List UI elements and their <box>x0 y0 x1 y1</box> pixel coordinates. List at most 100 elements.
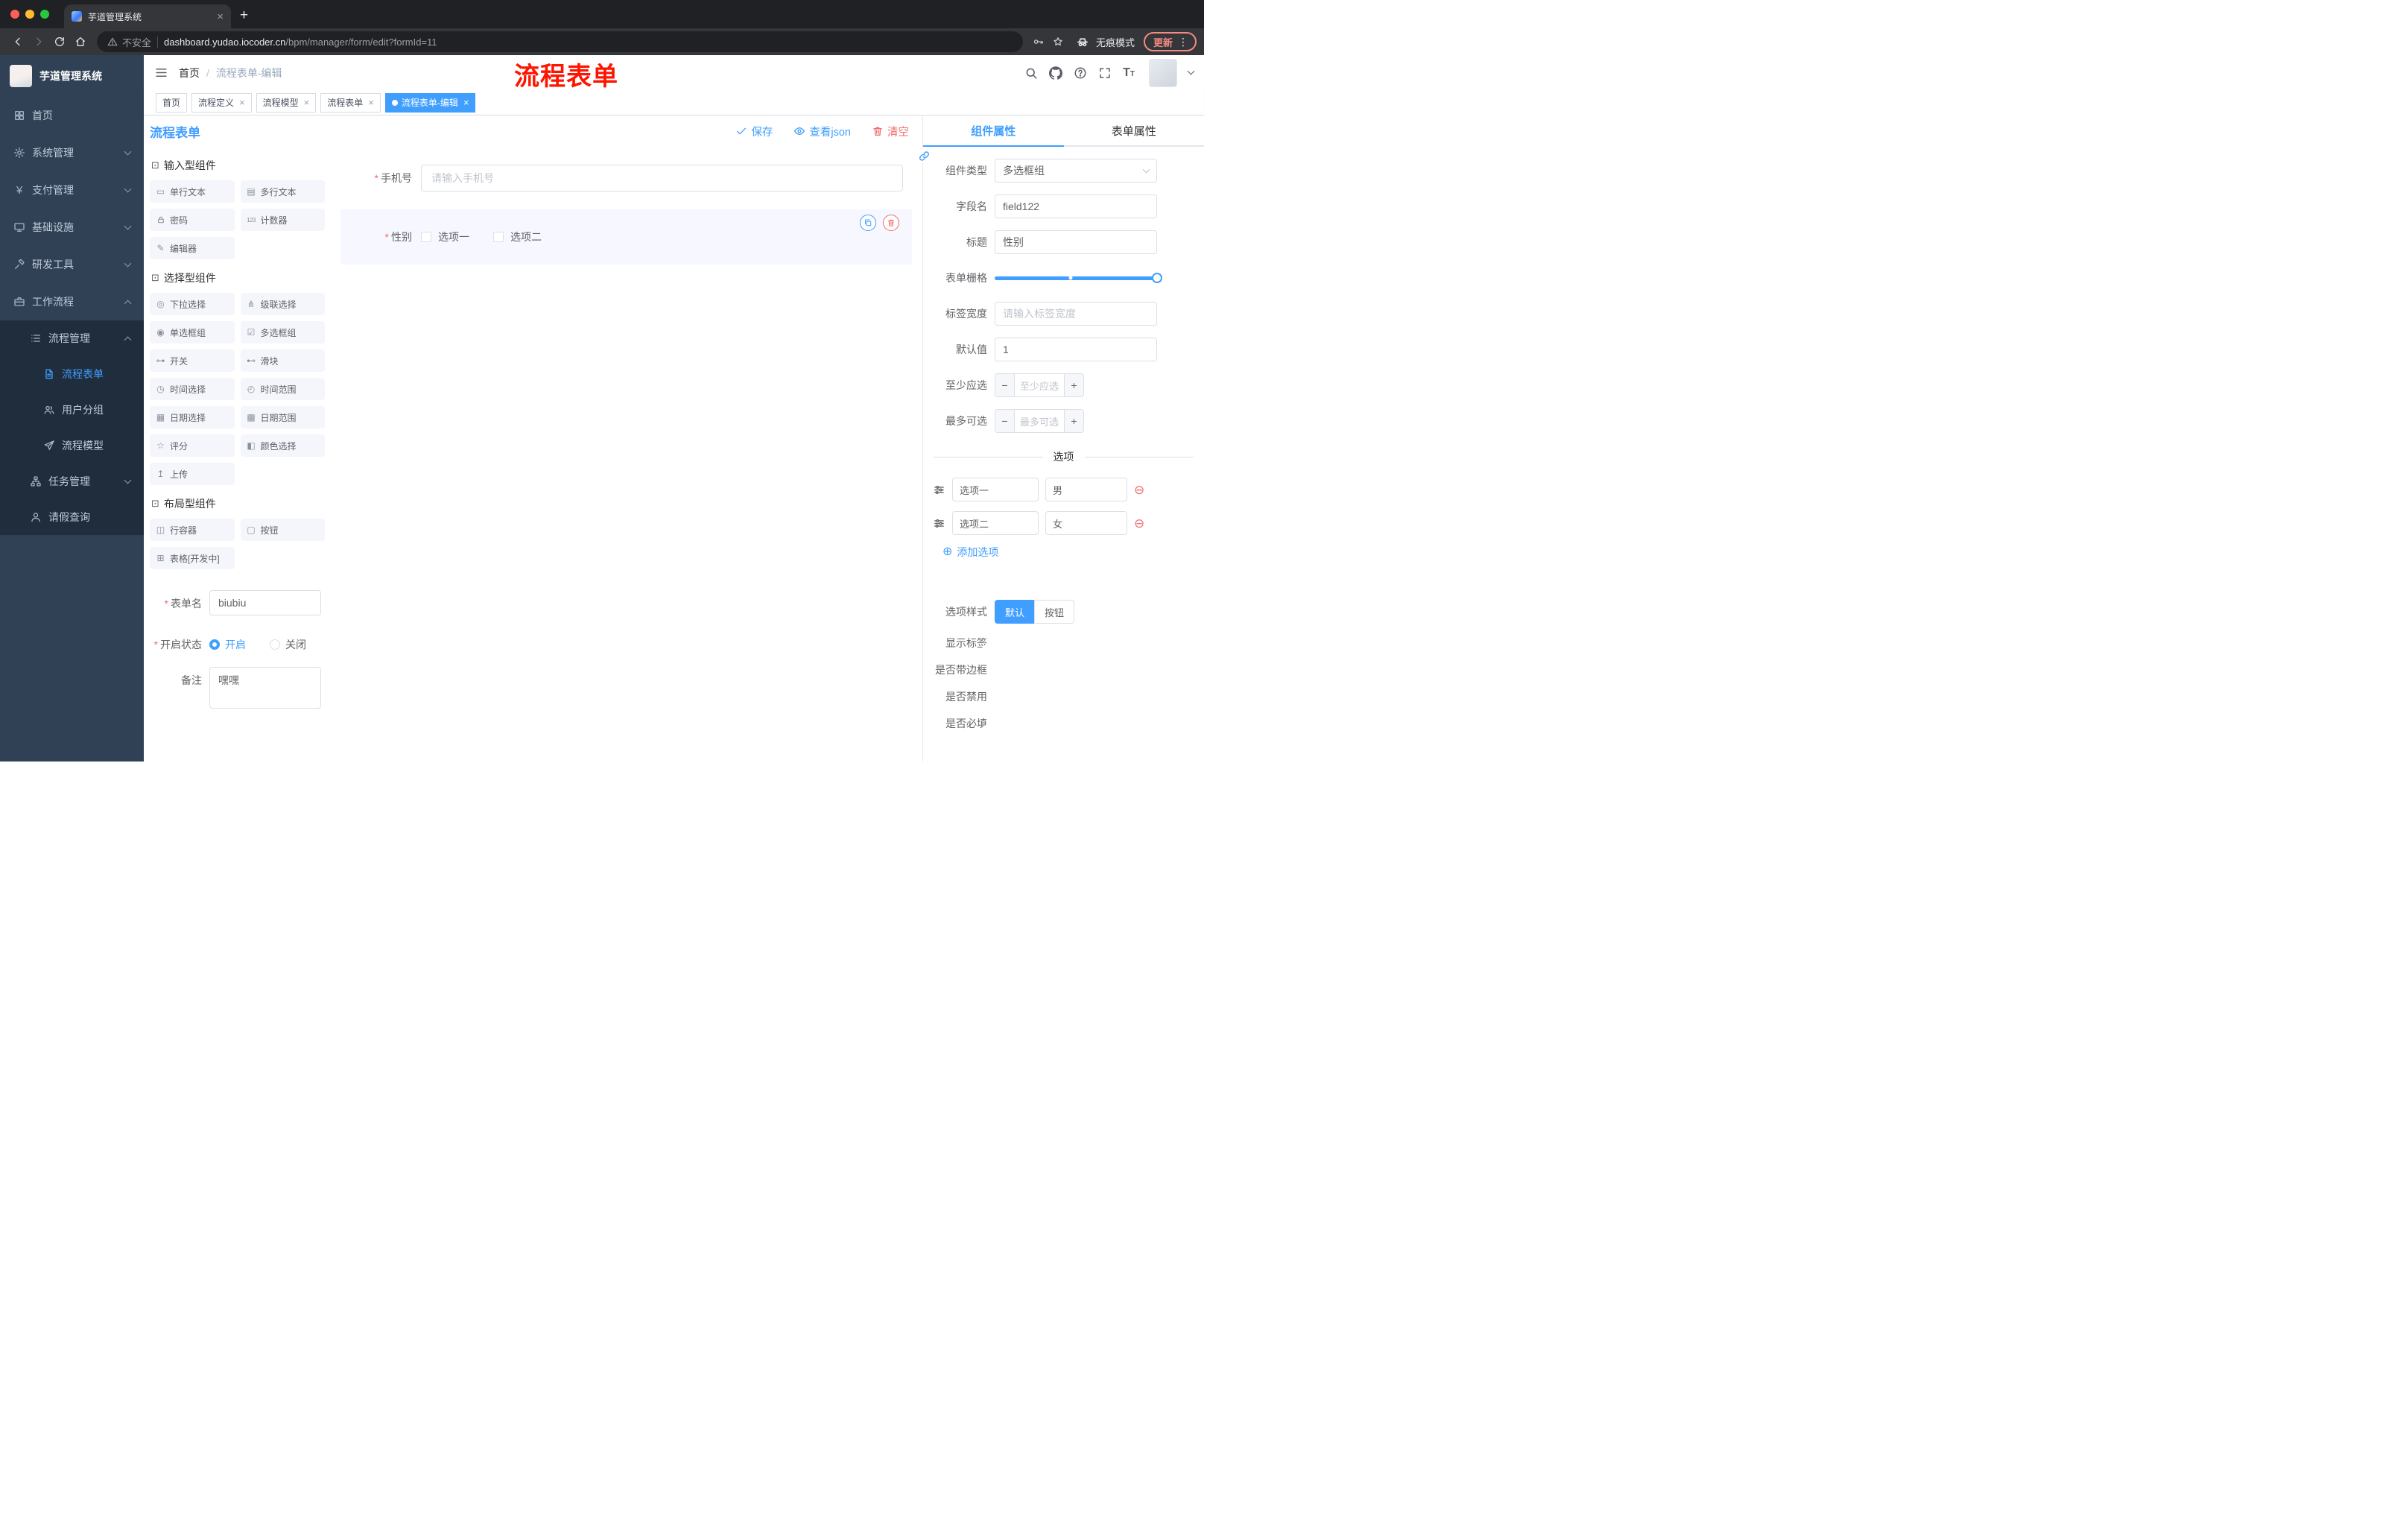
reload-button[interactable] <box>49 31 70 52</box>
palette-item-upload[interactable]: ↥ 上传 <box>150 463 235 485</box>
help-icon[interactable] <box>1074 66 1087 80</box>
default-value-input[interactable] <box>995 338 1157 361</box>
field-name-input[interactable] <box>995 194 1157 218</box>
option-value-input[interactable] <box>1045 511 1127 535</box>
sidebar-item-workflow[interactable]: 工作流程 <box>0 283 144 320</box>
new-tab-button[interactable]: + <box>240 8 248 22</box>
remove-option-icon[interactable]: ⊖ <box>1134 484 1144 496</box>
form-grid-slider[interactable] <box>995 266 1162 290</box>
label-width-input[interactable] <box>995 302 1157 326</box>
address-bar[interactable]: 不安全 dashboard.yudao.iocoder.cn/bpm/manag… <box>97 31 1023 52</box>
view-json-button[interactable]: 查看json <box>793 124 851 139</box>
component-type-select[interactable] <box>995 159 1157 183</box>
security-indicator[interactable]: 不安全 <box>107 35 151 49</box>
palette-item-checkbox-group[interactable]: ☑ 多选框组 <box>240 321 325 343</box>
palette-item-date-range[interactable]: ▩ 日期范围 <box>240 406 325 428</box>
tag-home[interactable]: 首页 <box>156 92 188 113</box>
search-icon[interactable] <box>1024 66 1038 80</box>
sidebar-item-process-management[interactable]: 流程管理 <box>0 320 144 356</box>
sidebar-item-leave-query[interactable]: 请假查询 <box>0 499 144 535</box>
component-type-value[interactable] <box>995 159 1157 183</box>
sidebar-item-user-group[interactable]: 用户分组 <box>0 392 144 428</box>
sidebar-item-task-management[interactable]: 任务管理 <box>0 463 144 499</box>
browser-update-button[interactable]: 更新 ⋮ <box>1143 32 1197 51</box>
drag-handle-icon[interactable] <box>933 517 945 530</box>
checkbox-option-1[interactable]: 选项一 <box>421 229 469 244</box>
palette-item-table[interactable]: ⊞ 表格[开发中] <box>150 547 235 569</box>
sidebar-toggle-button[interactable] <box>154 66 168 80</box>
canvas-field-gender[interactable]: 性别 选项一 选项二 <box>340 209 912 265</box>
zoom-window-button[interactable] <box>40 10 49 19</box>
tab-component-props[interactable]: 组件属性 <box>923 115 1064 147</box>
palette-item-row-container[interactable]: ◫ 行容器 <box>150 519 235 541</box>
tag-close-icon[interactable]: × <box>304 98 310 107</box>
sidebar-item-devtools[interactable]: 研发工具 <box>0 246 144 283</box>
sidebar-item-home[interactable]: 首页 <box>0 97 144 134</box>
tag-process-form[interactable]: 流程表单 × <box>320 92 381 113</box>
save-button[interactable]: 保存 <box>735 124 773 139</box>
palette-item-single-line-text[interactable]: ▭ 单行文本 <box>150 180 235 203</box>
tag-close-icon[interactable]: × <box>239 98 245 107</box>
palette-item-select[interactable]: ◎ 下拉选择 <box>150 293 235 315</box>
slider-track[interactable] <box>995 273 1162 283</box>
canvas-field-phone[interactable]: 手机号 <box>340 156 912 200</box>
min-select-value[interactable]: 至少应选 <box>1015 374 1064 396</box>
increase-button[interactable]: + <box>1064 410 1083 432</box>
password-key-icon[interactable] <box>1029 32 1048 51</box>
palette-item-password[interactable]: 密码 <box>150 209 235 231</box>
tag-process-definition[interactable]: 流程定义 × <box>191 92 252 113</box>
status-on-radio[interactable]: 开启 <box>209 637 246 652</box>
palette-item-radio-group[interactable]: ◉ 单选框组 <box>150 321 235 343</box>
palette-item-switch[interactable]: ⊶ 开关 <box>150 349 235 372</box>
font-size-icon[interactable]: TT <box>1123 66 1135 79</box>
status-off-radio[interactable]: 关闭 <box>270 637 306 652</box>
option-value-input[interactable] <box>1045 478 1127 501</box>
tab-close-icon[interactable]: × <box>217 11 224 22</box>
fullscreen-icon[interactable] <box>1098 66 1112 80</box>
bookmark-star-icon[interactable] <box>1048 32 1068 51</box>
clear-button[interactable]: 清空 <box>872 124 909 139</box>
palette-item-cascader[interactable]: ⋔ 级联选择 <box>240 293 325 315</box>
palette-item-editor[interactable]: ✎ 编辑器 <box>150 237 235 259</box>
close-window-button[interactable] <box>10 10 19 19</box>
tag-close-icon[interactable]: × <box>463 98 469 107</box>
breadcrumb-home[interactable]: 首页 <box>179 66 200 80</box>
remove-option-icon[interactable]: ⊖ <box>1134 517 1144 530</box>
palette-item-multi-line-text[interactable]: ▤ 多行文本 <box>240 180 325 203</box>
max-select-value[interactable]: 最多可选 <box>1015 410 1064 432</box>
back-button[interactable] <box>7 31 28 52</box>
sidebar-logo[interactable]: 芋道管理系统 <box>0 55 144 97</box>
browser-menu-icon[interactable]: ⋮ <box>1178 36 1188 48</box>
palette-item-time-range[interactable]: ◴ 时间范围 <box>240 378 325 400</box>
checkbox-option-2[interactable]: 选项二 <box>493 229 542 244</box>
palette-item-counter[interactable]: 123 计数器 <box>240 209 325 231</box>
home-button[interactable] <box>70 31 91 52</box>
github-icon[interactable] <box>1049 66 1062 80</box>
sidebar-item-infrastructure[interactable]: 基础设施 <box>0 209 144 246</box>
decrease-button[interactable]: − <box>995 410 1015 432</box>
option-name-input[interactable] <box>952 478 1039 501</box>
delete-field-button[interactable] <box>883 215 899 231</box>
palette-item-time-picker[interactable]: ◷ 时间选择 <box>150 378 235 400</box>
tag-process-model[interactable]: 流程模型 × <box>256 92 317 113</box>
forward-button[interactable] <box>28 31 49 52</box>
palette-item-slider[interactable]: ⊷ 滑块 <box>240 349 325 372</box>
tab-form-props[interactable]: 表单属性 <box>1064 115 1205 145</box>
palette-item-button[interactable]: ▢ 按钮 <box>240 519 325 541</box>
sidebar-item-system[interactable]: 系统管理 <box>0 134 144 171</box>
sidebar-item-payment[interactable]: ¥ 支付管理 <box>0 171 144 209</box>
browser-tab[interactable]: 芋道管理系统 × <box>64 4 231 28</box>
drag-handle-icon[interactable] <box>933 484 945 496</box>
decrease-button[interactable]: − <box>995 374 1015 396</box>
slider-handle[interactable] <box>1152 273 1162 283</box>
avatar[interactable] <box>1149 58 1177 87</box>
tag-close-icon[interactable]: × <box>368 98 374 107</box>
palette-item-color-picker[interactable]: ◧ 颜色选择 <box>240 434 325 457</box>
phone-input[interactable] <box>421 165 903 191</box>
palette-item-date-picker[interactable]: ▦ 日期选择 <box>150 406 235 428</box>
style-default-button[interactable]: 默认 <box>995 600 1035 624</box>
style-button-button[interactable]: 按钮 <box>1034 600 1075 624</box>
sidebar-item-process-form[interactable]: 流程表单 <box>0 356 144 392</box>
add-option-button[interactable]: ⊕ 添加选项 <box>942 545 1204 560</box>
option-name-input[interactable] <box>952 511 1039 535</box>
